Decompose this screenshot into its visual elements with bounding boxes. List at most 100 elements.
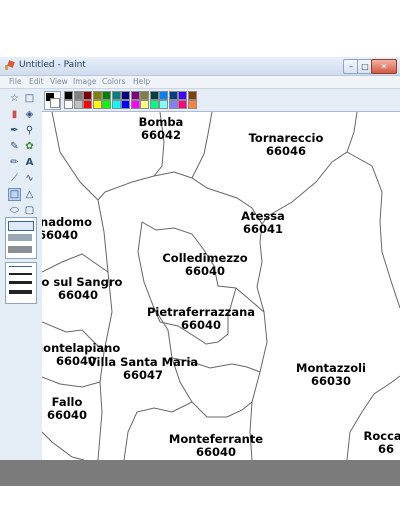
background-lower: [0, 486, 400, 517]
title-bar: Untitled - Paint – □ ✕: [0, 57, 400, 76]
map-label: Atessa 66041: [241, 210, 285, 236]
palette-swatch[interactable]: [178, 100, 187, 109]
line-width-3[interactable]: [9, 281, 32, 284]
palette-swatch[interactable]: [159, 91, 168, 100]
palette-swatch[interactable]: [83, 100, 92, 109]
postal-code: 66: [377, 442, 394, 456]
postal-code: 66040: [184, 264, 225, 278]
polygon-icon[interactable]: △: [23, 188, 36, 201]
postal-code: 66046: [265, 144, 307, 158]
window-title: Untitled - Paint: [19, 60, 86, 70]
line-width-1[interactable]: [9, 266, 32, 267]
palette-swatch[interactable]: [168, 91, 178, 100]
eyedropper-icon[interactable]: ✒: [8, 124, 21, 137]
border-8: [97, 199, 113, 460]
postal-code: 66040: [46, 408, 88, 422]
rectangle-icon[interactable]: □: [8, 188, 21, 201]
eraser-icon[interactable]: ▮: [8, 108, 21, 121]
palette-swatch[interactable]: [187, 100, 197, 109]
postal-code: 66030: [310, 374, 351, 388]
paint-app-icon: [5, 60, 15, 70]
drawing-canvas[interactable]: Bomba66042 Tornareccio66046 Atessa66041 enn…: [42, 112, 400, 460]
current-colors[interactable]: [44, 91, 61, 110]
line-icon[interactable]: ⟋: [8, 172, 21, 185]
map-label: Roccas66: [364, 430, 400, 456]
map-label: Montazzoli 66030: [296, 362, 366, 388]
postal-code: 66042: [140, 128, 181, 142]
tool-box: ☆ □ ▮ ◈ ✒ ⚲ ✎ ✿ ✏ A ⟋ ∿ □ △ ⬭ ▢: [0, 89, 43, 460]
text-icon[interactable]: A: [23, 156, 36, 169]
background-band: [0, 460, 400, 486]
menu-file[interactable]: File: [9, 77, 22, 86]
menu-help[interactable]: Help: [133, 77, 150, 86]
menu-bar: File Edit View Image Colors Help: [0, 76, 400, 89]
line-width-2[interactable]: [9, 273, 32, 275]
palette-swatch[interactable]: [149, 91, 159, 100]
palette-swatch[interactable]: [121, 91, 130, 100]
close-icon: ✕: [380, 62, 388, 71]
map-label: Bomba 66042: [139, 116, 184, 142]
fill-icon[interactable]: ◈: [23, 108, 36, 121]
palette-swatch[interactable]: [73, 91, 83, 100]
magnifier-icon[interactable]: ⚲: [23, 124, 36, 137]
palette-swatch[interactable]: [64, 91, 73, 100]
fill-style-outline-fill[interactable]: [8, 234, 32, 241]
palette-swatch[interactable]: [159, 100, 168, 109]
map-label: llo sul Sangro 66040: [42, 276, 122, 302]
palette-swatch[interactable]: [140, 91, 149, 100]
fill-style-outline[interactable]: [8, 221, 34, 231]
palette-swatch[interactable]: [83, 91, 92, 100]
palette-swatch[interactable]: [73, 100, 83, 109]
map-label: Pietraferrazzana 66040: [147, 306, 255, 332]
rect-select-icon[interactable]: □: [23, 92, 36, 105]
close-button[interactable]: ✕: [371, 59, 397, 74]
color-palette: [42, 89, 400, 112]
palette-swatch[interactable]: [111, 100, 121, 109]
palette-swatch[interactable]: [121, 100, 130, 109]
brush-icon[interactable]: ✿: [23, 140, 36, 153]
map-label: Colledimezzo 66040: [162, 252, 247, 278]
line-width-4[interactable]: [9, 290, 32, 294]
postal-code: 66040: [195, 445, 236, 459]
maximize-icon: □: [361, 62, 369, 71]
menu-view[interactable]: View: [50, 77, 68, 86]
palette-swatch[interactable]: [64, 100, 73, 109]
map-label: Tornareccio 66046: [249, 132, 324, 158]
map-label: ennadomo66040: [42, 216, 92, 242]
ellipse-icon[interactable]: ⬭: [8, 204, 21, 217]
palette-swatch[interactable]: [102, 91, 111, 100]
postal-code: 66040: [42, 228, 79, 242]
palette-swatch[interactable]: [187, 91, 197, 100]
menu-colors[interactable]: Colors: [102, 77, 126, 86]
airbrush-icon[interactable]: ✏: [8, 156, 21, 169]
paint-window: Untitled - Paint – □ ✕ File Edit View Im…: [0, 57, 400, 460]
postal-code: 66041: [242, 222, 283, 236]
palette-swatch[interactable]: [168, 100, 178, 109]
border-2: [104, 171, 263, 225]
rounded-rect-icon[interactable]: ▢: [23, 204, 36, 217]
minimize-icon: –: [349, 62, 353, 71]
palette-swatch[interactable]: [92, 91, 102, 100]
palette-swatch[interactable]: [149, 100, 159, 109]
secondary-color: [50, 98, 60, 108]
palette-swatch[interactable]: [130, 100, 140, 109]
palette-swatch[interactable]: [102, 100, 111, 109]
palette-swatch[interactable]: [140, 100, 149, 109]
palette-swatch[interactable]: [92, 100, 102, 109]
fill-style-solid[interactable]: [8, 246, 32, 253]
palette-swatch[interactable]: [178, 91, 187, 100]
menu-image[interactable]: Image: [73, 77, 97, 86]
border-4: [191, 112, 213, 179]
curve-icon[interactable]: ∿: [23, 172, 36, 185]
border-5: [261, 112, 358, 225]
border-7: [249, 223, 268, 460]
fill-style-options: [5, 217, 37, 259]
free-select-icon[interactable]: ☆: [8, 92, 21, 105]
palette-swatch[interactable]: [130, 91, 140, 100]
menu-edit[interactable]: Edit: [29, 77, 44, 86]
pencil-icon[interactable]: ✎: [8, 140, 21, 153]
border-9: [42, 253, 109, 273]
map-label: Monteferrante 66040: [169, 433, 263, 459]
palette-swatch[interactable]: [111, 91, 121, 100]
postal-code: 66040: [180, 318, 222, 332]
